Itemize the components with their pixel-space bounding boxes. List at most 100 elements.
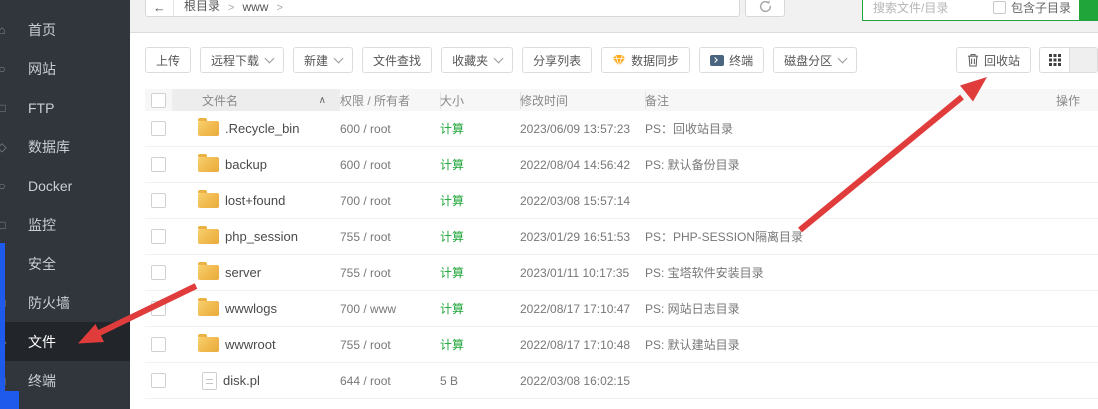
file-permissions: 755 / root (340, 337, 391, 352)
size-calc-link[interactable]: 计算 (440, 228, 520, 245)
search-input[interactable]: 搜索文件/目录 包含子目录 (862, 0, 1080, 21)
sidebar-item-ftp[interactable]: □ FTP (0, 88, 130, 127)
table-row: backup 600 / root 计算 2022/08/04 14:56:42… (145, 147, 1098, 183)
remote-download-button[interactable]: 远程下载 (200, 47, 285, 73)
file-permissions: 700 / www (340, 301, 397, 316)
table-header: 文件名 ∧ 权限 / 所有者 大小 修改时间 备注 操作 (145, 89, 1098, 111)
row-checkbox[interactable] (151, 301, 166, 316)
file-note: PS：PHP-SESSION隔离目录 (645, 230, 804, 244)
sidebar-item-monitor[interactable]: □ 监控 (0, 205, 130, 244)
sidebar-item-security[interactable]: ○ 安全 (0, 244, 130, 283)
folder-icon (198, 298, 219, 316)
file-note: PS: 默认备份目录 (645, 158, 740, 172)
list-view-button[interactable] (1069, 48, 1097, 72)
row-checkbox[interactable] (151, 337, 166, 352)
view-toggle (1039, 47, 1098, 73)
select-all-checkbox[interactable] (151, 92, 166, 108)
file-search-button[interactable]: 文件查找 (362, 47, 433, 73)
sidebar-item-firewall[interactable]: □ 防火墙 (0, 283, 130, 322)
file-icon (202, 371, 217, 390)
file-note: PS：回收站目录 (645, 122, 734, 136)
grid-view-button[interactable] (1040, 48, 1069, 72)
chevron-down-icon (837, 53, 848, 64)
size-calc-link[interactable]: 计算 (440, 264, 520, 281)
file-permissions: 600 / root (340, 157, 391, 172)
sidebar: ⌂ 首页 ○ 网站 □ FTP ◇ 数据库 ○ Docker □ 监控 ○ 安全… (0, 0, 130, 409)
file-name[interactable]: wwwlogs (225, 301, 277, 316)
row-checkbox[interactable] (151, 121, 166, 136)
sidebar-item-label: FTP (28, 99, 55, 116)
back-button[interactable]: ← (146, 0, 174, 16)
file-permissions: 644 / root (340, 373, 391, 388)
table-row: wwwlogs 700 / www 计算 2022/08/17 17:10:47… (145, 291, 1098, 327)
file-name[interactable]: backup (225, 157, 267, 172)
row-checkbox[interactable] (151, 157, 166, 172)
file-name[interactable]: .Recycle_bin (225, 121, 299, 136)
file-name[interactable]: server (225, 265, 261, 280)
breadcrumb-separator: > (276, 2, 283, 14)
table-row: .Recycle_bin 600 / root 计算 2023/06/09 13… (145, 111, 1098, 147)
trash-icon (967, 54, 978, 67)
sidebar-item-home[interactable]: ⌂ 首页 (0, 10, 130, 49)
monitor-icon: □ (0, 217, 6, 232)
home-icon: ⌂ (0, 22, 6, 37)
row-checkbox[interactable] (151, 265, 166, 280)
breadcrumb: ← 根目录 > www > (145, 0, 740, 17)
col-filename[interactable]: 文件名 (202, 92, 238, 109)
folder-icon (198, 262, 219, 280)
size-calc-link[interactable]: 计算 (440, 336, 520, 353)
sort-asc-icon[interactable]: ∧ (319, 95, 326, 106)
search-button[interactable] (1080, 0, 1098, 21)
chevron-down-icon (493, 53, 504, 64)
breadcrumb-root[interactable]: 根目录 (184, 0, 220, 14)
terminal-button[interactable]: 终端 (699, 47, 765, 73)
breadcrumb-separator: > (228, 2, 235, 14)
upload-button[interactable]: 上传 (145, 47, 192, 73)
col-note: 备注 (645, 92, 845, 109)
main-content: ← 根目录 > www > 搜索文件/目录 包含子目录 上传 远程下载 新建 文… (130, 0, 1098, 409)
data-sync-button[interactable]: 数据同步 (601, 47, 691, 73)
sidebar-item-database[interactable]: ◇ 数据库 (0, 127, 130, 166)
sidebar-item-files[interactable]: ◇ 文件 (0, 322, 130, 361)
file-name[interactable]: lost+found (225, 193, 285, 208)
row-checkbox[interactable] (151, 373, 166, 388)
favorites-button[interactable]: 收藏夹 (441, 47, 514, 73)
refresh-button[interactable] (745, 0, 785, 17)
sidebar-item-label: 终端 (28, 372, 56, 389)
sidebar-item-label: 防火墙 (28, 294, 70, 311)
folder-icon (198, 154, 219, 172)
sidebar-item-terminal[interactable]: □ 终端 (0, 361, 130, 400)
sidebar-item-docker[interactable]: ○ Docker (0, 166, 130, 205)
row-checkbox[interactable] (151, 193, 166, 208)
share-list-button[interactable]: 分享列表 (522, 47, 593, 73)
include-subdir-label: 包含子目录 (1010, 1, 1071, 15)
size-calc-link[interactable]: 计算 (440, 120, 520, 137)
new-button[interactable]: 新建 (293, 47, 354, 73)
size-calc-link[interactable]: 计算 (440, 300, 520, 317)
blue-edge-bar (0, 243, 5, 409)
file-name[interactable]: disk.pl (223, 373, 260, 388)
size-calc-link[interactable]: 计算 (440, 192, 520, 209)
docker-icon: ○ (0, 178, 6, 193)
terminal-window-icon (710, 54, 725, 66)
sidebar-item-website[interactable]: ○ 网站 (0, 49, 130, 88)
file-name[interactable]: wwwroot (225, 337, 276, 352)
file-toolbar: 上传 远程下载 新建 文件查找 收藏夹 分享列表 数据同步 终端 磁盘分区 回收… (145, 47, 1098, 73)
row-checkbox[interactable] (151, 229, 166, 244)
table-row: server 755 / root 计算 2023/01/11 10:17:35… (145, 255, 1098, 291)
sidebar-item-label: 安全 (28, 255, 56, 272)
file-permissions: 600 / root (340, 121, 391, 136)
col-size: 大小 (440, 92, 520, 109)
disk-partition-button[interactable]: 磁盘分区 (773, 47, 858, 73)
recycle-bin-button[interactable]: 回收站 (955, 47, 1031, 73)
breadcrumb-www[interactable]: www (242, 0, 268, 14)
sidebar-item-label: 网站 (28, 60, 56, 77)
refresh-icon (759, 0, 771, 13)
file-name[interactable]: php_session (225, 229, 298, 244)
include-subdir-checkbox[interactable] (992, 1, 1006, 14)
back-arrow-icon: ← (153, 0, 166, 15)
file-mtime: 2023/01/29 16:51:53 (520, 229, 631, 244)
file-mtime: 2022/08/17 17:10:47 (520, 301, 631, 316)
table-row: php_session 755 / root 计算 2023/01/29 16:… (145, 219, 1098, 255)
size-calc-link[interactable]: 计算 (440, 156, 520, 173)
